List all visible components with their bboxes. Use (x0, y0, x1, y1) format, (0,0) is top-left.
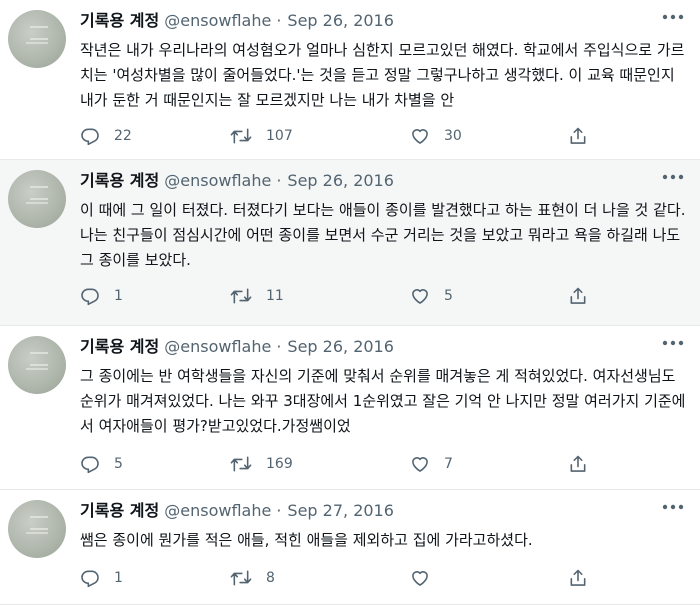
tweet[interactable]: 기록용 계정 @ensowflahe · Sep 26, 2016 이 때에 그 일… (0, 160, 700, 326)
more-icon[interactable] (662, 174, 684, 188)
like-button[interactable] (410, 568, 430, 588)
reply-button[interactable]: 5 (80, 454, 123, 474)
like-count: 30 (444, 128, 462, 144)
tweet-text: 이 때에 그 일이 터졌다. 터졌다기 보다는 애들이 종이를 발견했다고 하는… (80, 201, 691, 269)
author-handle[interactable]: @ensowflahe (164, 11, 271, 30)
like-icon (410, 568, 430, 588)
reply-count: 5 (114, 456, 123, 472)
reply-count: 1 (114, 570, 123, 586)
tweet-header: 기록용 계정 @ensowflahe · Sep 27, 2016 (80, 500, 394, 522)
reply-icon (80, 454, 100, 474)
share-icon (568, 126, 588, 146)
tweet[interactable]: 기록용 계정 @ensowflahe · Sep 26, 2016 그 종이에는 반… (0, 326, 700, 490)
tweet-date[interactable]: Sep 26, 2016 (287, 171, 394, 190)
reply-icon (80, 568, 100, 588)
tweet-header: 기록용 계정 @ensowflahe · Sep 26, 2016 (80, 170, 394, 192)
like-icon (410, 126, 430, 146)
separator-dot: · (276, 171, 282, 190)
more-icon[interactable] (662, 504, 684, 518)
separator-dot: · (276, 337, 282, 356)
separator-dot: · (276, 501, 282, 520)
avatar[interactable] (8, 500, 66, 558)
reply-count: 22 (114, 128, 132, 144)
tweet-actions: 5 169 7 (80, 454, 700, 474)
share-icon (568, 454, 588, 474)
retweet-button[interactable]: 11 (230, 286, 284, 306)
tweet-actions: 1 11 5 (80, 286, 700, 306)
author-name[interactable]: 기록용 계정 (80, 337, 159, 356)
separator-dot: · (276, 11, 282, 30)
share-button[interactable] (568, 568, 588, 588)
share-icon (568, 568, 588, 588)
like-count: 5 (444, 288, 453, 304)
reply-button[interactable]: 1 (80, 568, 123, 588)
tweet-text: 작년은 내가 우리나라의 여성혐오가 얼마나 심한지 모르고있던 해였다. 학교… (80, 41, 685, 109)
retweet-count: 8 (266, 570, 275, 586)
retweet-count: 169 (266, 456, 293, 472)
tweet-actions: 1 8 (80, 568, 700, 588)
author-name[interactable]: 기록용 계정 (80, 11, 159, 30)
tweet-feed: 기록용 계정 @ensowflahe · Sep 26, 2016 작년은 내가 우… (0, 0, 700, 605)
tweet-date[interactable]: Sep 26, 2016 (287, 337, 394, 356)
tweet-header: 기록용 계정 @ensowflahe · Sep 26, 2016 (80, 336, 394, 358)
tweet-text: 쌤은 종이에 뭔가를 적은 애들, 적힌 애들을 제외하고 집에 가라고하셨다. (80, 531, 533, 549)
tweet[interactable]: 기록용 계정 @ensowflahe · Sep 26, 2016 작년은 내가 우… (0, 0, 700, 160)
retweet-icon (230, 286, 252, 306)
more-icon[interactable] (662, 14, 684, 28)
share-button[interactable] (568, 286, 588, 306)
like-icon (410, 454, 430, 474)
reply-icon (80, 126, 100, 146)
author-handle[interactable]: @ensowflahe (164, 501, 271, 520)
reply-icon (80, 286, 100, 306)
retweet-icon (230, 454, 252, 474)
retweet-button[interactable]: 8 (230, 568, 275, 588)
retweet-icon (230, 568, 252, 588)
like-count: 7 (444, 456, 453, 472)
like-button[interactable]: 7 (410, 454, 453, 474)
tweet-date[interactable]: Sep 27, 2016 (287, 501, 394, 520)
reply-button[interactable]: 1 (80, 286, 123, 306)
author-handle[interactable]: @ensowflahe (164, 171, 271, 190)
like-button[interactable]: 5 (410, 286, 453, 306)
tweet-actions: 22 107 30 (80, 126, 700, 146)
author-name[interactable]: 기록용 계정 (80, 501, 159, 520)
share-button[interactable] (568, 454, 588, 474)
like-button[interactable]: 30 (410, 126, 462, 146)
retweet-button[interactable]: 169 (230, 454, 293, 474)
avatar[interactable] (8, 10, 66, 68)
retweet-button[interactable]: 107 (230, 126, 293, 146)
retweet-count: 11 (266, 288, 284, 304)
retweet-count: 107 (266, 128, 293, 144)
retweet-icon (230, 126, 252, 146)
author-handle[interactable]: @ensowflahe (164, 337, 271, 356)
author-name[interactable]: 기록용 계정 (80, 171, 159, 190)
share-button[interactable] (568, 126, 588, 146)
avatar[interactable] (8, 336, 66, 394)
tweet-header: 기록용 계정 @ensowflahe · Sep 26, 2016 (80, 10, 394, 32)
avatar[interactable] (8, 170, 66, 228)
tweet-date[interactable]: Sep 26, 2016 (287, 11, 394, 30)
like-icon (410, 286, 430, 306)
reply-count: 1 (114, 288, 123, 304)
reply-button[interactable]: 22 (80, 126, 132, 146)
tweet[interactable]: 기록용 계정 @ensowflahe · Sep 27, 2016 쌤은 종이에 뭔… (0, 490, 700, 605)
tweet-text: 그 종이에는 반 여학생들을 자신의 기준에 맞춰서 순위를 매겨놓은 게 적혀… (80, 367, 686, 435)
share-icon (568, 286, 588, 306)
more-icon[interactable] (662, 340, 684, 354)
